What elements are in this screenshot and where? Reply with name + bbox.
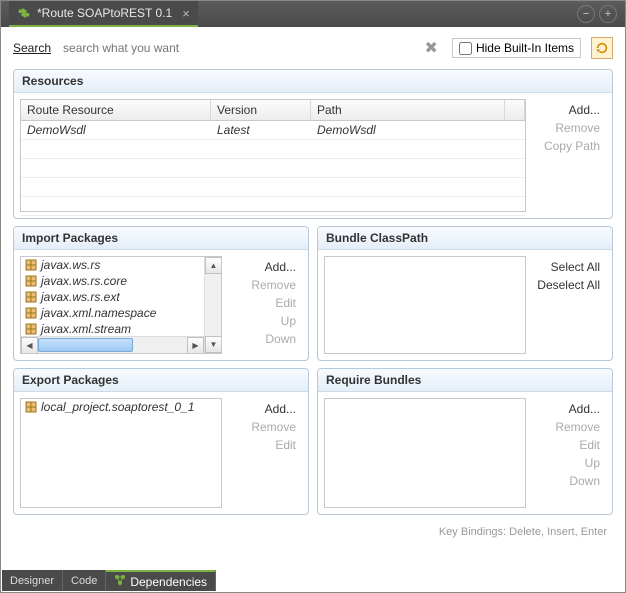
editor-tab[interactable]: *Route SOAPtoREST 0.1 ×: [9, 1, 198, 27]
down-button: Down: [569, 472, 600, 490]
edit-button: Edit: [275, 294, 296, 312]
remove-button: Remove: [251, 418, 296, 436]
up-button: Up: [585, 454, 600, 472]
hide-builtin-checkbox[interactable]: [459, 42, 472, 55]
resources-panel: Resources Route Resource Version Path De…: [13, 69, 613, 219]
down-button: Down: [265, 330, 296, 348]
export-packages-actions: Add... Remove Edit: [230, 398, 302, 508]
title-bar: *Route SOAPtoREST 0.1 × − +: [1, 1, 625, 27]
list-item[interactable]: javax.ws.rs.core: [21, 273, 221, 289]
package-icon: [25, 259, 37, 271]
bundle-classpath-actions: Select All Deselect All: [534, 256, 606, 354]
copy-path-button: Copy Path: [544, 137, 600, 155]
import-packages-actions: Add... Remove Edit Up Down: [230, 256, 302, 354]
export-packages-header: Export Packages: [14, 369, 308, 392]
package-icon: [25, 323, 37, 335]
resources-table[interactable]: Route Resource Version Path DemoWsdl Lat…: [20, 99, 526, 212]
remove-button: Remove: [251, 276, 296, 294]
bundle-classpath-list[interactable]: [324, 256, 526, 354]
tab-dependencies[interactable]: Dependencies: [106, 570, 216, 591]
add-button[interactable]: Add...: [265, 400, 296, 418]
deselect-all-button[interactable]: Deselect All: [537, 276, 600, 294]
search-label: Search: [13, 41, 51, 55]
edit-button: Edit: [275, 436, 296, 454]
tab-code[interactable]: Code: [63, 570, 106, 591]
scroll-left-icon[interactable]: ◀: [21, 337, 38, 354]
refresh-button[interactable]: [591, 37, 613, 59]
close-tab-icon[interactable]: ×: [182, 6, 190, 21]
list-item[interactable]: javax.ws.rs: [21, 257, 221, 273]
package-icon: [25, 291, 37, 303]
package-icon: [25, 307, 37, 319]
require-bundles-actions: Add... Remove Edit Up Down: [534, 398, 606, 508]
scroll-right-icon[interactable]: ▶: [187, 337, 204, 354]
edit-button: Edit: [579, 436, 600, 454]
package-icon: [25, 275, 37, 287]
up-button: Up: [281, 312, 296, 330]
resources-actions: Add... Remove Copy Path: [534, 99, 606, 212]
list-item[interactable]: javax.xml.namespace: [21, 305, 221, 321]
add-button[interactable]: Add...: [265, 258, 296, 276]
require-bundles-list[interactable]: [324, 398, 526, 508]
list-item[interactable]: javax.xml.stream: [21, 321, 221, 337]
col-path[interactable]: Path: [311, 100, 505, 120]
import-packages-list[interactable]: javax.ws.rs javax.ws.rs.core javax.ws.rs…: [20, 256, 222, 354]
tab-title: *Route SOAPtoREST 0.1: [37, 6, 172, 20]
select-all-button[interactable]: Select All: [551, 258, 600, 276]
hide-builtin-checkbox-wrap[interactable]: Hide Built-In Items: [452, 38, 581, 58]
add-button[interactable]: Add...: [569, 101, 600, 119]
search-input[interactable]: [61, 39, 411, 57]
vertical-scrollbar[interactable]: ▲▼: [204, 257, 221, 353]
package-icon: [25, 401, 37, 413]
require-bundles-header: Require Bundles: [318, 369, 612, 392]
dependencies-icon: [114, 574, 126, 589]
route-file-icon: [17, 6, 31, 20]
col-route-resource[interactable]: Route Resource: [21, 100, 211, 120]
import-packages-panel: Import Packages javax.ws.rs javax.ws.rs.…: [13, 226, 309, 361]
keybindings-hint: Key Bindings: Delete, Insert, Enter: [13, 522, 613, 538]
resources-header: Resources: [14, 70, 612, 93]
export-packages-panel: Export Packages local_project.soaptorest…: [13, 368, 309, 515]
remove-button: Remove: [555, 119, 600, 137]
table-row[interactable]: DemoWsdl Latest DemoWsdl: [21, 121, 525, 140]
clear-search-icon[interactable]: ✖: [421, 38, 442, 58]
resources-table-header: Route Resource Version Path: [21, 100, 525, 121]
minimize-button[interactable]: −: [577, 5, 595, 23]
add-button[interactable]: Add...: [569, 400, 600, 418]
remove-button: Remove: [555, 418, 600, 436]
bundle-classpath-header: Bundle ClassPath: [318, 227, 612, 250]
require-bundles-panel: Require Bundles Add... Remove Edit Up Do…: [317, 368, 613, 515]
list-item[interactable]: local_project.soaptorest_0_1: [21, 399, 221, 415]
search-toolbar: Search ✖ Hide Built-In Items: [1, 27, 625, 69]
horizontal-scrollbar[interactable]: ◀▶: [21, 336, 204, 353]
col-version[interactable]: Version: [211, 100, 311, 120]
import-packages-header: Import Packages: [14, 227, 308, 250]
bottom-tab-bar: Designer Code Dependencies: [2, 570, 216, 591]
scroll-up-icon[interactable]: ▲: [205, 257, 222, 274]
list-item[interactable]: javax.ws.rs.ext: [21, 289, 221, 305]
hide-builtin-label: Hide Built-In Items: [476, 41, 574, 55]
scroll-down-icon[interactable]: ▼: [205, 336, 222, 353]
maximize-button[interactable]: +: [599, 5, 617, 23]
tab-designer[interactable]: Designer: [2, 570, 63, 591]
export-packages-list[interactable]: local_project.soaptorest_0_1: [20, 398, 222, 508]
bundle-classpath-panel: Bundle ClassPath Select All Deselect All: [317, 226, 613, 361]
